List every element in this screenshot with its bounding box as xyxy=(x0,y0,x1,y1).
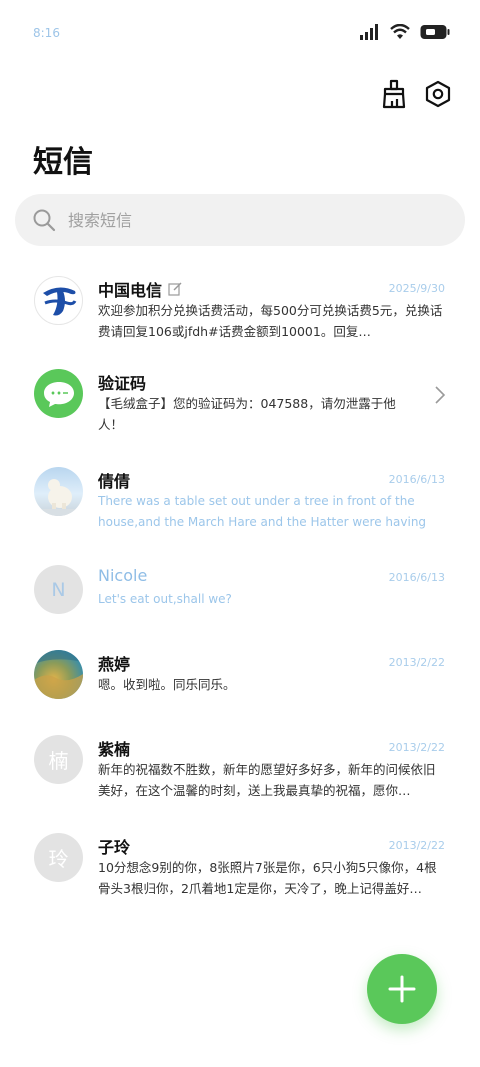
letter-avatar: 楠 xyxy=(34,735,83,784)
conversation-list: 中国电信 2025/9/30 欢迎参加积分兑换话费活动，每500分可兑换话费5元… xyxy=(0,262,480,917)
polar-bear-avatar xyxy=(34,467,83,516)
conversation-preview: 新年的祝福数不胜数，新年的愿望好多好多，新年的问候依旧美好，在这个温馨的时刻，送… xyxy=(98,762,436,798)
chevron-right-icon[interactable] xyxy=(434,385,446,405)
conversation-row[interactable]: 楠 紫楠 2013/2/22 新年的祝福数不胜数，新年的愿望好多好多，新年的问候… xyxy=(0,721,480,819)
china-telecom-logo-icon xyxy=(42,286,76,315)
conversation-row[interactable]: 倩倩 2016/6/13 There was a table set out u… xyxy=(0,453,480,551)
signal-icon xyxy=(360,24,378,40)
conversation-row[interactable]: 中国电信 2025/9/30 欢迎参加积分兑换话费活动，每500分可兑换话费5元… xyxy=(0,262,480,355)
conversation-row[interactable]: 玲 子玲 2013/2/22 10分想念9别的你，8张照片7张是你，6只小狗5只… xyxy=(0,819,480,917)
conversation-preview: There was a table set out under a tree i… xyxy=(98,494,427,529)
conversation-date: 2025/9/30 xyxy=(388,282,445,295)
message-bubble-icon xyxy=(43,381,74,407)
conversation-name: 紫楠 xyxy=(98,740,131,759)
conversation-preview: 欢迎参加积分兑换话费活动，每500分可兑换话费5元，兑换话费请回复106或jfd… xyxy=(98,303,443,339)
conversation-preview: 嗯。收到啦。同乐同乐。 xyxy=(98,677,236,692)
conversation-row[interactable]: 燕婷 2013/2/22 嗯。收到啦。同乐同乐。 xyxy=(0,636,480,721)
verification-avatar xyxy=(34,369,83,418)
settings-button[interactable] xyxy=(422,78,454,110)
status-bar: 8:16 xyxy=(0,0,480,66)
edit-note-icon xyxy=(168,282,182,296)
conversation-date: 2013/2/22 xyxy=(388,656,445,669)
search-bar[interactable] xyxy=(15,194,465,246)
new-message-button[interactable] xyxy=(367,954,437,1024)
conversation-name: Nicole xyxy=(98,566,148,585)
landscape-avatar xyxy=(34,650,83,699)
landscape-photo-icon xyxy=(34,650,83,699)
conversation-date: 2016/6/13 xyxy=(388,571,445,584)
conversation-row[interactable]: 验证码 【毛绒盒子】您的验证码为：047588，请勿泄露于他人！ xyxy=(0,355,480,453)
conversation-name: 子玲 xyxy=(98,838,131,857)
conversation-row[interactable]: N Nicole 2016/6/13 Let's eat out,shall w… xyxy=(0,551,480,636)
search-input[interactable] xyxy=(66,209,440,231)
conversation-date: 2013/2/22 xyxy=(388,839,445,852)
wifi-icon xyxy=(390,24,410,39)
letter-avatar: 玲 xyxy=(34,833,83,882)
plus-icon xyxy=(388,975,416,1003)
battery-icon xyxy=(420,25,450,39)
conversation-date: 2016/6/13 xyxy=(388,473,445,486)
conversation-date: 2013/2/22 xyxy=(388,741,445,754)
china-telecom-avatar xyxy=(34,276,83,325)
polar-bear-photo-icon xyxy=(34,479,83,516)
brush-icon xyxy=(382,79,406,109)
conversation-name: 倩倩 xyxy=(98,472,131,491)
conversation-preview: 10分想念9别的你，8张照片7张是你，6只小狗5只像你，4根骨头3根归你，2爪着… xyxy=(98,860,437,896)
system-icons xyxy=(360,24,450,40)
conversation-preview: 【毛绒盒子】您的验证码为：047588，请勿泄露于他人！ xyxy=(98,396,396,432)
page-title: 短信 xyxy=(33,145,93,180)
conversation-preview: Let's eat out,shall we? xyxy=(98,592,232,606)
clean-brush-button[interactable] xyxy=(378,78,410,110)
conversation-name: 中国电信 xyxy=(98,277,182,301)
conversation-name: 验证码 xyxy=(98,374,147,393)
letter-avatar: N xyxy=(34,565,83,614)
conversation-name: 燕婷 xyxy=(98,655,131,674)
status-time: 8:16 xyxy=(33,26,60,40)
settings-hexagon-icon xyxy=(425,80,451,108)
search-icon xyxy=(33,209,56,232)
